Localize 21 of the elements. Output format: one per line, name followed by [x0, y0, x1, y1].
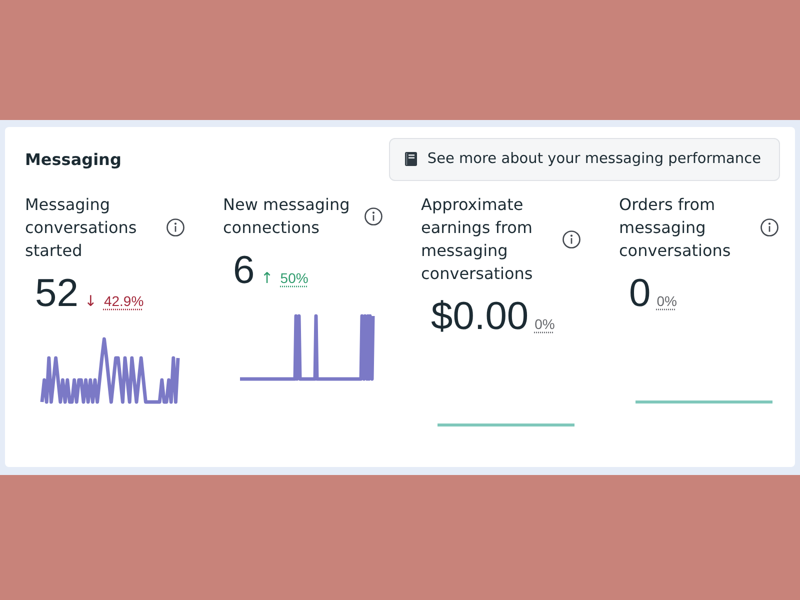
info-icon[interactable] [364, 206, 383, 226]
info-icon[interactable] [760, 218, 779, 237]
change-percent: 42.9% [104, 293, 144, 309]
metric-value: 52 [35, 272, 78, 316]
info-icon[interactable] [166, 218, 185, 237]
metric-title: New messaging connections [223, 194, 351, 239]
trend-arrow: ↓ [84, 292, 97, 310]
metric-title: Messaging conversations started [25, 194, 138, 262]
metric-value: $0.00 [431, 295, 529, 339]
see-more-button[interactable]: See more about your messaging performance [389, 138, 780, 180]
notebook-icon [405, 152, 418, 166]
metric-value: 6 [233, 249, 255, 293]
trend-arrow: ↑ [260, 269, 274, 287]
info-icon[interactable] [562, 230, 581, 248]
change-percent: 0% [656, 293, 677, 309]
metric-title: Orders from messaging conversations [619, 194, 732, 262]
section-title: Messaging [25, 150, 122, 168]
metric-title: Approximate earnings from messaging conversations [421, 194, 534, 285]
change-percent: 0% [534, 316, 555, 332]
metric-value: 0 [629, 272, 651, 316]
change-percent: 50% [280, 270, 308, 286]
